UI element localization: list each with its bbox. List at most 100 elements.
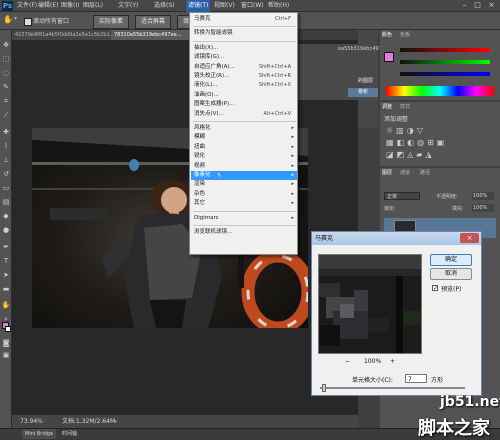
maximize-icon[interactable]: □ xyxy=(473,1,482,10)
filter-menu-item-label: 视频 xyxy=(194,162,206,169)
tab-channels[interactable]: 通道 xyxy=(400,169,410,177)
red-slider[interactable] xyxy=(400,48,490,52)
menu-edit[interactable]: 编辑(E) xyxy=(38,0,58,12)
blur-tool-icon[interactable]: ◆ xyxy=(1,211,11,221)
color-spectrum-bar[interactable] xyxy=(386,86,494,96)
green-slider[interactable] xyxy=(400,60,490,64)
history-item[interactable]: 的图层 xyxy=(358,77,373,84)
fit-screen-button[interactable]: 适合屏幕 xyxy=(135,15,172,29)
filter-menu-item[interactable]: 模糊 ▸ xyxy=(191,133,297,142)
fg-color-icon[interactable] xyxy=(384,52,394,62)
filter-menu-item[interactable]: 液化(L)... Shift+Ctrl+X xyxy=(191,81,297,90)
menu-layer[interactable]: 图层(L) xyxy=(83,0,103,12)
tab-color[interactable]: 颜色 xyxy=(382,31,392,39)
filter-menu-item[interactable]: 自适应广角(A)... Shift+Ctrl+A xyxy=(191,63,297,72)
filter-menu-item[interactable]: 其它 ▸ xyxy=(191,199,297,208)
eyedropper-tool-icon[interactable]: ⁄ xyxy=(1,110,11,120)
menu-file[interactable]: 文件(F) xyxy=(17,0,37,12)
blend-mode-select[interactable]: 正常 xyxy=(384,192,420,200)
ok-button[interactable]: 确定 xyxy=(430,254,472,266)
menu-image[interactable]: 图像(I) xyxy=(61,0,79,12)
tool-preset-arrow-icon[interactable]: ▾ xyxy=(14,15,17,22)
shape-tool-icon[interactable]: ▬ xyxy=(1,284,11,294)
tab-adjustments[interactable]: 调整 xyxy=(382,103,392,111)
blue-slider[interactable] xyxy=(400,72,490,76)
cell-size-slider[interactable] xyxy=(320,387,465,389)
filter-menu-item[interactable]: 消失点(V)... Alt+Ctrl+V xyxy=(191,110,297,119)
filter-menu-item[interactable]: 滤镜库(G)... xyxy=(191,53,297,62)
filter-menu-item[interactable]: Digimarc ▸ xyxy=(191,214,297,223)
filter-menu-item[interactable]: 扭曲 ▸ xyxy=(191,143,297,152)
path-select-tool-icon[interactable]: ➤ xyxy=(1,270,11,280)
adjust-icons-row1[interactable]: ☼▥◑▽ xyxy=(386,126,426,135)
tab-layers[interactable]: 图层 xyxy=(382,169,392,177)
filter-menu-item[interactable]: 浏览联机滤镜... xyxy=(191,228,297,237)
adjust-icons-row2[interactable]: ▦◧◐◍⊞▣ xyxy=(386,138,447,147)
filter-menu-item[interactable]: 渲染 ▸ xyxy=(191,180,297,189)
opacity-field[interactable]: 100% xyxy=(472,192,494,200)
close-window-icon[interactable]: × xyxy=(487,1,496,10)
move-tool-icon[interactable]: ✥ xyxy=(1,40,11,50)
stamp-tool-icon[interactable]: ⊥ xyxy=(1,155,11,165)
menu-separator xyxy=(193,210,296,212)
filter-menu-item[interactable]: 杂色 ▸ xyxy=(191,190,297,199)
pen-tool-icon[interactable]: ✒ xyxy=(1,242,11,252)
dodge-tool-icon[interactable]: ● xyxy=(1,225,11,235)
screen-mode-icon[interactable]: ▣ xyxy=(1,350,11,360)
background-color-swatch[interactable] xyxy=(5,326,11,332)
filter-menu-item[interactable]: 转换为智能滤镜 xyxy=(191,29,297,38)
document-tab-active[interactable]: 78310a55b319ebc497ee... xyxy=(111,30,198,40)
filter-menu-item[interactable]: 锐化 ▸ xyxy=(191,152,297,161)
history-brush-tool-icon[interactable]: ↺ xyxy=(1,169,11,179)
menu-select[interactable]: 选择(S) xyxy=(154,0,175,12)
menu-window[interactable]: 窗口(W) xyxy=(241,0,264,12)
submenu-arrow-icon: ▸ xyxy=(291,153,294,160)
document-tab[interactable]: 42279e9f81a4b5f0dd9a2e5e1c5b2b1.jpg xyxy=(12,30,117,40)
lasso-tool-icon[interactable]: ◌ xyxy=(1,68,11,78)
fill-field[interactable]: 100% xyxy=(472,204,494,212)
history-panel: ea55b319ebc497ee 的图层 景新 xyxy=(298,44,388,100)
filter-menu-item[interactable]: 抽出(X)... xyxy=(191,44,297,53)
hand-tool-icon[interactable]: ✋ xyxy=(1,300,11,310)
cell-size-input[interactable]: 7 xyxy=(405,374,427,383)
brush-tool-icon[interactable]: ⌇ xyxy=(1,141,11,151)
menu-view[interactable]: 视图(V) xyxy=(214,0,235,12)
gradient-tool-icon[interactable]: ▤ xyxy=(1,197,11,207)
dialog-close-icon[interactable]: × xyxy=(460,233,479,243)
crop-tool-icon[interactable]: ⌗ xyxy=(1,96,11,106)
tab-paths[interactable]: 路径 xyxy=(420,169,430,177)
type-tool-icon[interactable]: T xyxy=(1,256,11,266)
filter-menu-item[interactable]: 风格化 ▸ xyxy=(191,124,297,133)
cancel-button[interactable]: 取消 xyxy=(430,268,472,280)
eraser-tool-icon[interactable]: ▭ xyxy=(1,183,11,193)
minimize-icon[interactable]: – xyxy=(460,1,469,10)
filter-menu-item[interactable]: 图案生成器(P)... xyxy=(191,100,297,109)
filter-menu-item[interactable]: 马赛克 Ctrl+F xyxy=(191,15,297,24)
status-arrow-icon[interactable]: ▸ xyxy=(114,415,117,429)
filter-menu-dropdown: 马赛克 Ctrl+F 转换为智能滤镜抽出(X)... 滤镜库(G)... 自适应广角(A… xyxy=(189,12,298,255)
quick-mask-icon[interactable]: ◙ xyxy=(1,338,11,348)
cell-size-slider-thumb[interactable] xyxy=(322,384,326,392)
menu-filter[interactable]: 滤镜(T) xyxy=(186,0,211,12)
healing-tool-icon[interactable]: ✚ xyxy=(1,127,11,137)
filter-menu-item[interactable]: 像素化 ▸ ↖ xyxy=(191,171,297,180)
history-item-selected[interactable]: 景新 xyxy=(348,88,378,97)
filter-menu-item-label: 转换为智能滤镜 xyxy=(194,30,233,37)
tab-styles[interactable]: 样式 xyxy=(400,103,410,111)
zoom-in-button[interactable]: + xyxy=(390,358,395,365)
filter-menu-item[interactable]: 镜头校正(R)... Shift+Ctrl+R xyxy=(191,72,297,81)
menu-help[interactable]: 帮助(H) xyxy=(268,0,289,12)
menu-type[interactable]: 文字(Y) xyxy=(118,0,138,12)
tab-swatches[interactable]: 色板 xyxy=(400,31,410,39)
dialog-preview-image[interactable] xyxy=(318,254,422,354)
preview-checkbox[interactable]: ✓ xyxy=(432,285,438,292)
zoom-out-button[interactable]: − xyxy=(345,358,350,365)
filter-menu-item[interactable]: 视频 ▸ xyxy=(191,162,297,171)
quick-select-tool-icon[interactable]: ✎ xyxy=(1,82,11,92)
zoom-level[interactable]: 73.94% xyxy=(20,415,43,429)
filter-menu-item[interactable]: 油画(O)... xyxy=(191,91,297,100)
scroll-all-checkbox[interactable] xyxy=(24,18,32,26)
marquee-tool-icon[interactable]: ⬚ xyxy=(1,54,11,64)
actual-pixels-button[interactable]: 实际像素 xyxy=(93,15,130,29)
adjust-icons-row3[interactable]: ◪◩◬▰◮ xyxy=(386,150,435,159)
